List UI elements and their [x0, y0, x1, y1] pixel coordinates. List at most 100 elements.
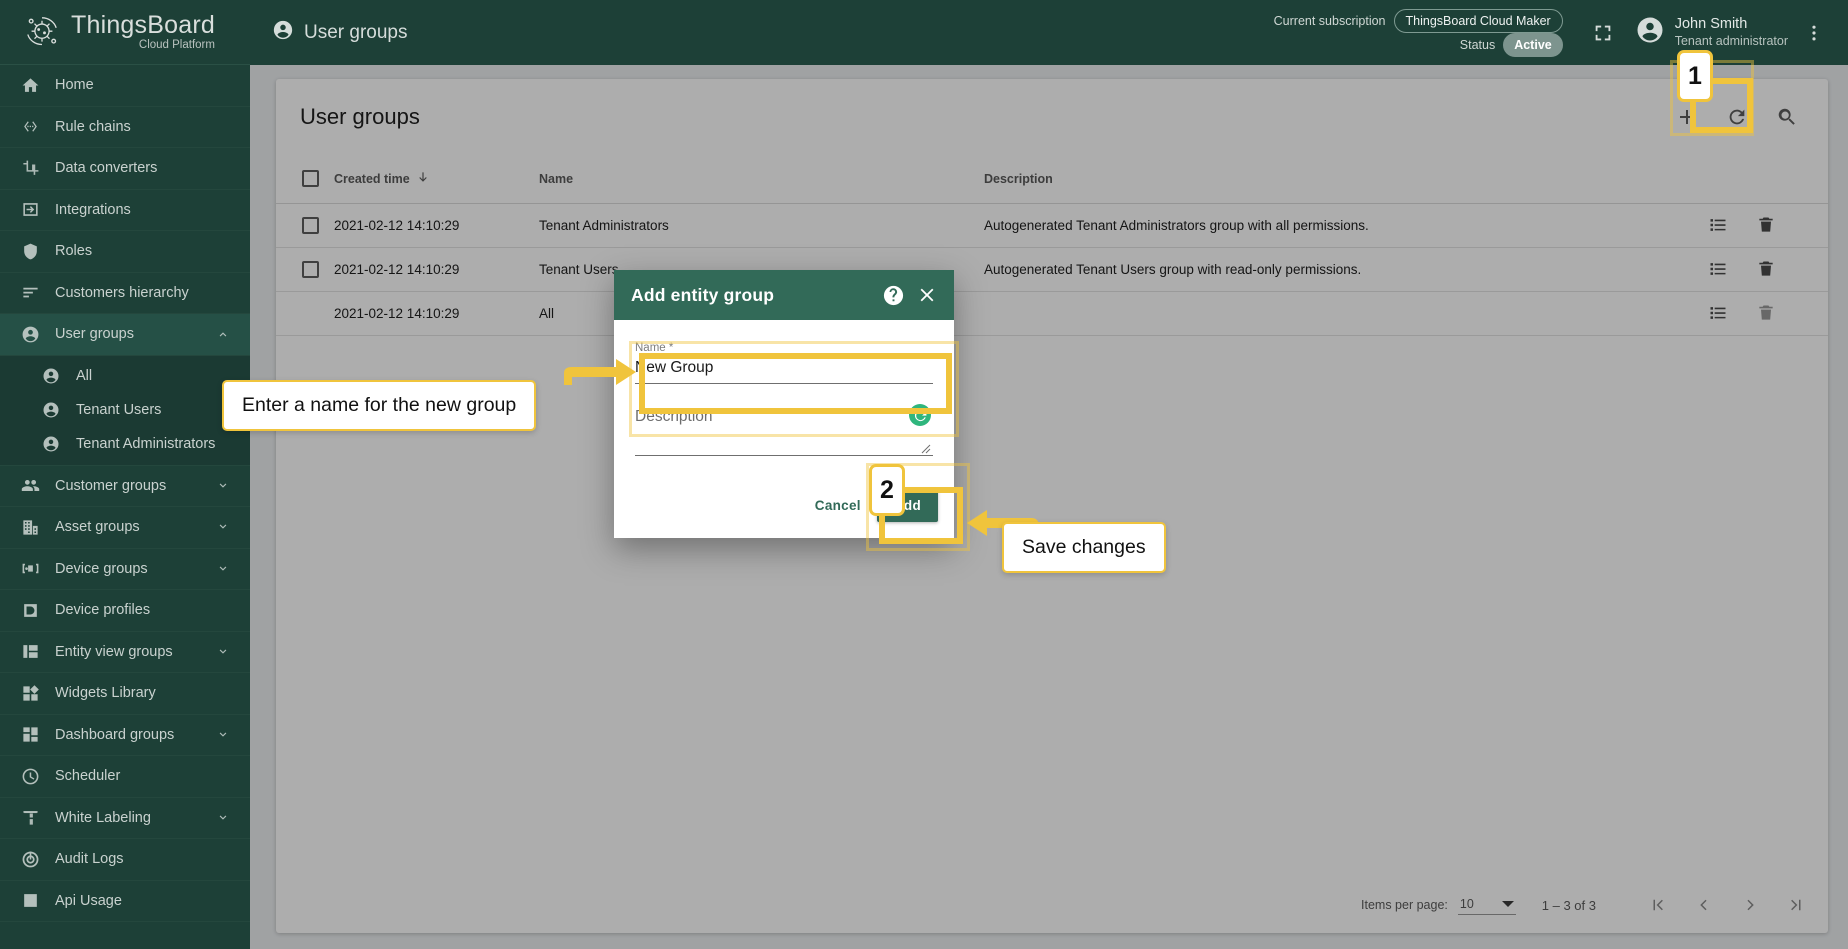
sidebar-item-device-profiles[interactable]: Device profiles — [0, 590, 250, 632]
sidebar-item-device-groups[interactable]: Device groups — [0, 549, 250, 591]
widgets-icon — [19, 682, 41, 704]
modal-backdrop[interactable] — [250, 65, 1848, 949]
sidebar-item-roles[interactable]: Roles — [0, 231, 250, 273]
sidebar-item-label: Widgets Library — [55, 685, 250, 701]
sidebar-item-label: Audit Logs — [55, 851, 250, 867]
add-button[interactable]: Add — [877, 489, 938, 522]
sidebar-item-tenant-administrators[interactable]: Tenant Administrators — [0, 427, 250, 461]
user-groups-children: All Tenant Users Tenant Administrators — [0, 356, 250, 466]
sidebar-item-label: Roles — [55, 243, 250, 259]
sidebar: ThingsBoard Cloud Platform Home Rule cha… — [0, 0, 250, 949]
sidebar-item-label: Api Usage — [55, 893, 250, 909]
main-area: User groups Current subscription ThingsB… — [250, 0, 1848, 949]
rule-chains-icon — [19, 116, 41, 138]
user-icon — [40, 365, 62, 387]
app-root: ThingsBoard Cloud Platform Home Rule cha… — [0, 0, 1848, 949]
sidebar-item-label: Entity view groups — [55, 644, 201, 660]
sidebar-item-tenant-users[interactable]: Tenant Users — [0, 393, 250, 427]
entity-view-icon — [19, 641, 41, 663]
sidebar-item-label: Home — [55, 77, 250, 93]
fullscreen-icon[interactable] — [1581, 11, 1625, 55]
sidebar-item-label: All — [76, 368, 250, 384]
user-name: John Smith — [1675, 16, 1788, 33]
thingsboard-logo-icon — [22, 12, 62, 52]
chevron-down-icon[interactable] — [215, 519, 231, 535]
cancel-button[interactable]: Cancel — [805, 490, 871, 521]
sidebar-item-label: Dashboard groups — [55, 727, 201, 743]
sidebar-item-label: Device profiles — [55, 602, 250, 618]
description-input[interactable] — [635, 408, 933, 456]
dashboard-icon — [19, 724, 41, 746]
dialog-header: Add entity group — [614, 270, 954, 320]
sidebar-item-label: User groups — [55, 326, 201, 342]
name-field-wrapper: Name * — [635, 342, 933, 384]
sidebar-item-widgets-library[interactable]: Widgets Library — [0, 673, 250, 715]
sidebar-item-label: Tenant Administrators — [76, 436, 250, 452]
sidebar-item-user-groups[interactable]: User groups — [0, 314, 250, 356]
sidebar-item-home[interactable]: Home — [0, 65, 250, 107]
sidebar-item-dashboard-groups[interactable]: Dashboard groups — [0, 715, 250, 757]
sidebar-item-integrations[interactable]: Integrations — [0, 190, 250, 232]
user-icon — [40, 399, 62, 421]
chevron-down-icon[interactable] — [215, 644, 231, 660]
chevron-down-icon[interactable] — [215, 561, 231, 577]
chevron-down-icon[interactable] — [215, 810, 231, 826]
asset-icon — [19, 516, 41, 538]
chevron-down-icon[interactable] — [215, 478, 231, 494]
sidebar-item-scheduler[interactable]: Scheduler — [0, 756, 250, 798]
sidebar-item-customer-groups[interactable]: Customer groups — [0, 466, 250, 508]
status-label: Status — [1460, 35, 1495, 55]
sidebar-item-label: Integrations — [55, 202, 250, 218]
name-input[interactable] — [635, 359, 933, 384]
sidebar-item-asset-groups[interactable]: Asset groups — [0, 507, 250, 549]
sidebar-item-label: Scheduler — [55, 768, 250, 784]
brush-icon — [19, 807, 41, 829]
sidebar-item-white-labeling[interactable]: White Labeling — [0, 798, 250, 840]
user-icon — [19, 323, 41, 345]
sidebar-item-data-converters[interactable]: Data converters — [0, 148, 250, 190]
sidebar-item-customers-hierarchy[interactable]: Customers hierarchy — [0, 273, 250, 315]
sidebar-item-all[interactable]: All — [0, 359, 250, 393]
brand-logo-block[interactable]: ThingsBoard Cloud Platform — [0, 0, 250, 65]
sidebar-item-entity-view-groups[interactable]: Entity view groups — [0, 632, 250, 674]
user-icon — [272, 19, 294, 47]
brand-subtitle: Cloud Platform — [71, 40, 215, 52]
user-icon — [40, 433, 62, 455]
page-title: User groups — [272, 19, 408, 47]
grammarly-icon[interactable] — [909, 404, 931, 426]
sidebar-item-rule-chains[interactable]: Rule chains — [0, 107, 250, 149]
audit-icon — [19, 848, 41, 870]
device-profile-icon — [19, 599, 41, 621]
user-role: Tenant administrator — [1675, 33, 1788, 50]
sidebar-item-label: Rule chains — [55, 119, 250, 135]
close-icon[interactable] — [914, 282, 940, 308]
sidebar-item-label: Tenant Users — [76, 402, 250, 418]
dialog-body: Name * — [614, 320, 954, 475]
sidebar-item-api-usage[interactable]: Api Usage — [0, 881, 250, 923]
sidebar-item-label: White Labeling — [55, 810, 201, 826]
device-icon — [19, 558, 41, 580]
sidebar-item-label: Customers hierarchy — [55, 285, 250, 301]
chevron-down-icon[interactable] — [215, 727, 231, 743]
hierarchy-icon — [19, 282, 41, 304]
sidebar-item-label: Device groups — [55, 561, 201, 577]
chart-icon — [19, 890, 41, 912]
resize-handle[interactable] — [921, 441, 931, 451]
description-field-wrapper — [635, 408, 933, 465]
customers-icon — [19, 475, 41, 497]
subscription-info: Current subscription ThingsBoard Cloud M… — [1274, 9, 1563, 57]
user-menu[interactable]: John Smith Tenant administrator — [1625, 15, 1792, 50]
sidebar-item-audit-logs[interactable]: Audit Logs — [0, 839, 250, 881]
integrations-icon — [19, 199, 41, 221]
dialog-footer: Cancel Add — [614, 475, 954, 538]
sidebar-item-label: Data converters — [55, 160, 250, 176]
subscription-label: Current subscription — [1274, 11, 1386, 31]
more-vertical-icon[interactable] — [1792, 11, 1836, 55]
chevron-up-icon[interactable] — [215, 326, 231, 342]
sidebar-item-label: Customer groups — [55, 478, 201, 494]
sidebar-nav: Home Rule chains Data converters Integra… — [0, 65, 250, 949]
sidebar-item-label: Asset groups — [55, 519, 201, 535]
add-entity-group-dialog: Add entity group Name * — [614, 270, 954, 538]
help-icon[interactable] — [880, 282, 906, 308]
subscription-value: ThingsBoard Cloud Maker — [1394, 9, 1563, 33]
